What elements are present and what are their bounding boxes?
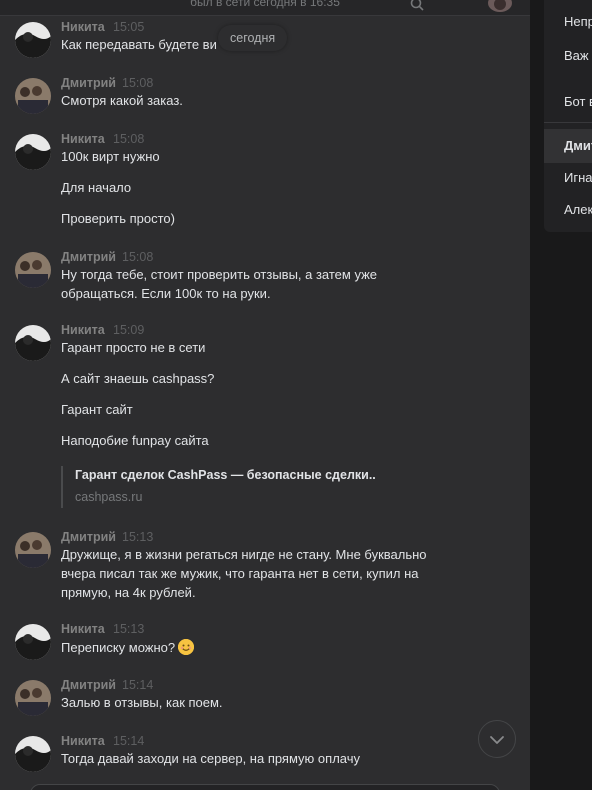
chat-header: был в сети сегодня в 16:35 [0, 0, 530, 16]
message-author[interactable]: Дмитрий [61, 678, 116, 692]
message-text: вчера писал так же мужик, что гаранта не… [61, 566, 419, 581]
message-text: А сайт знаешь cashpass? [61, 371, 215, 386]
message-author[interactable]: Дмитрий [61, 530, 116, 544]
message-author[interactable]: Никита [61, 323, 105, 337]
message-group: Никита 15:13 Переписку можно? [0, 622, 530, 662]
avatar[interactable] [15, 78, 51, 114]
sidebar-item-unread[interactable]: Непр [544, 5, 592, 39]
avatar[interactable] [15, 532, 51, 568]
message-text: 100к вирт нужно [61, 149, 160, 164]
message-text: Переписку можно? [61, 639, 195, 655]
link-preview-domain[interactable]: cashpass.ru [75, 490, 142, 504]
message-author[interactable]: Никита [61, 734, 105, 748]
app-window: был в сети сегодня в 16:35 Никита 15:05 … [0, 0, 592, 790]
sidebar-item-alexey[interactable]: Алек [544, 193, 592, 227]
message-group: Дмитрий 15:13 Дружище, я в жизни регатьс… [0, 530, 530, 600]
message-text: Как передавать будете ви [61, 37, 217, 52]
message-author[interactable]: Никита [61, 132, 105, 146]
message-time: 15:08 [122, 250, 154, 264]
message-text: Дружище, я в жизни регаться нигде не ста… [61, 547, 427, 562]
message-author[interactable]: Никита [61, 622, 105, 636]
sidebar-divider [544, 122, 592, 123]
message-group: Никита 15:14 Тогда давай заходи на серве… [0, 734, 530, 774]
sidebar-item-bots[interactable]: Бот в [544, 85, 592, 119]
message-time: 15:13 [122, 530, 154, 544]
sidebar-item-ignat[interactable]: Игна [544, 161, 592, 195]
message-group: Дмитрий 15:08 Смотря какой заказ. [0, 76, 530, 116]
message-time: 15:09 [113, 323, 145, 337]
message-group: Дмитрий 15:14 Залью в отзывы, как поем. [0, 678, 530, 718]
search-icon[interactable] [410, 0, 424, 11]
header-avatar[interactable] [488, 0, 512, 12]
avatar[interactable] [15, 624, 51, 660]
message-text: Залью в отзывы, как поем. [61, 695, 223, 710]
message-text: Для начало [61, 180, 132, 195]
message-time: 15:14 [113, 734, 145, 748]
message-time: 15:08 [113, 132, 145, 146]
avatar[interactable] [15, 22, 51, 58]
scroll-down-button[interactable] [478, 720, 516, 758]
message-author[interactable]: Никита [61, 20, 105, 34]
avatar[interactable] [15, 736, 51, 772]
message-group: Дмитрий 15:08 Ну тогда тебе, стоит прове… [0, 250, 530, 306]
date-separator: сегодня [218, 25, 288, 51]
message-time: 15:05 [113, 20, 145, 34]
message-text: Тогда давай заходи на сервер, на прямую … [61, 751, 360, 766]
conversation-sidebar: Непр Важ Бот в Дмит Игна Алек [544, 0, 592, 232]
chat-panel: был в сети сегодня в 16:35 Никита 15:05 … [0, 0, 530, 790]
message-text: Наподобие funpay сайта [61, 433, 209, 448]
message-text: Ну тогда тебе, стоит проверить отзывы, а… [61, 267, 378, 282]
message-text: Гарант сайт [61, 402, 133, 417]
message-author[interactable]: Дмитрий [61, 76, 116, 90]
message-time: 15:14 [122, 678, 154, 692]
link-preview-card[interactable]: Гарант сделок CashPass — безопасные сдел… [61, 466, 391, 508]
sidebar-item-important[interactable]: Важ [544, 39, 592, 73]
message-time: 15:13 [113, 622, 145, 636]
message-text: обращаться. Если 100к то на руки. [61, 286, 271, 301]
chat-status-text: был в сети сегодня в 16:35 [190, 0, 340, 9]
smiling-face-emoji-icon [178, 639, 195, 655]
message-text: прямую, на 4к рублей. [61, 585, 196, 600]
message-author[interactable]: Дмитрий [61, 250, 116, 264]
avatar[interactable] [15, 680, 51, 716]
avatar[interactable] [15, 252, 51, 288]
message-group: Никита 15:09 Гарант просто не в сети А с… [0, 323, 530, 453]
sidebar-item-dmitry[interactable]: Дмит [544, 129, 592, 163]
message-text-content: Переписку можно? [61, 640, 176, 655]
chevron-down-icon [490, 736, 504, 744]
message-time: 15:08 [122, 76, 154, 90]
message-text: Смотря какой заказ. [61, 93, 183, 108]
link-preview-title[interactable]: Гарант сделок CashPass — безопасные сдел… [75, 468, 376, 482]
message-composer[interactable] [30, 784, 500, 790]
message-text: Гарант просто не в сети [61, 340, 206, 355]
message-group: Никита 15:08 100к вирт нужно Для начало … [0, 132, 530, 232]
avatar[interactable] [15, 134, 51, 170]
message-text: Проверить просто) [61, 211, 175, 226]
avatar[interactable] [15, 325, 51, 361]
